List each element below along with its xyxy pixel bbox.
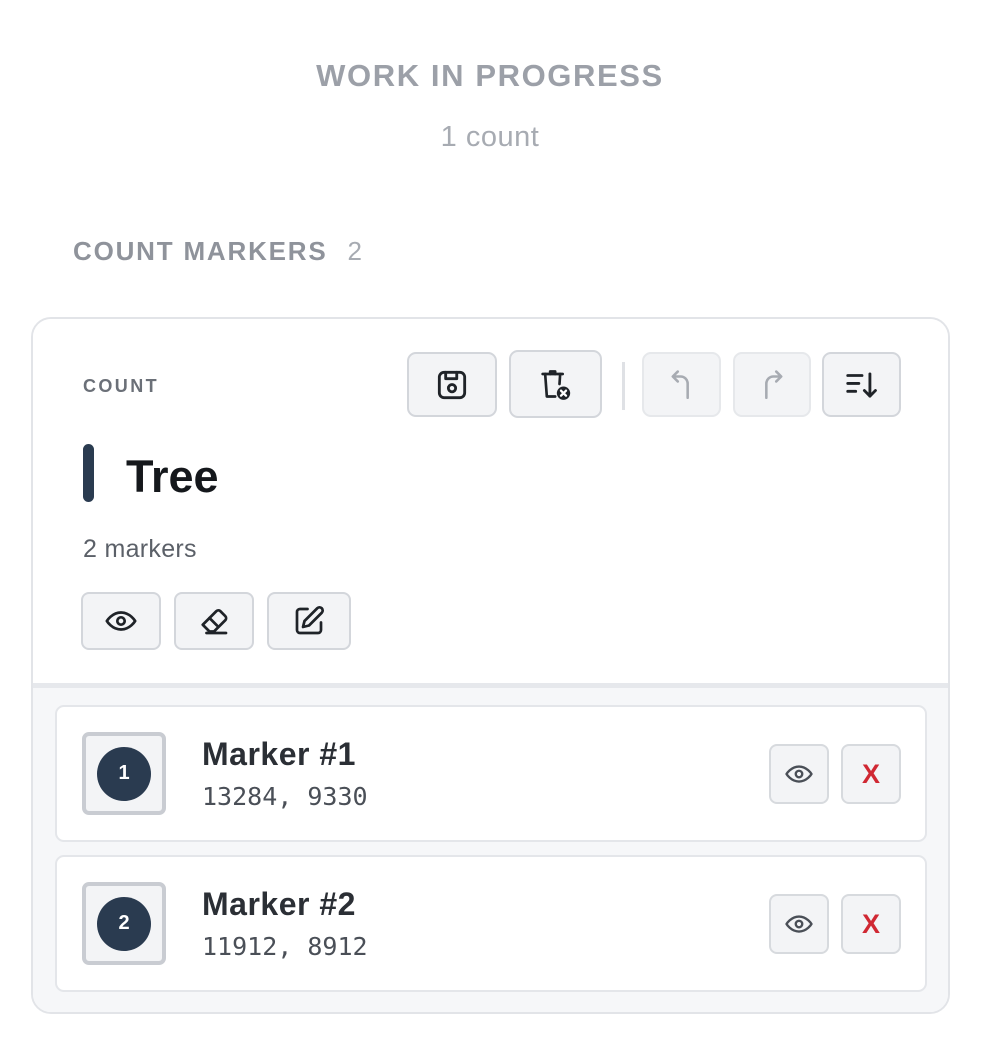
section-header: COUNT MARKERS 2: [73, 236, 362, 267]
toggle-visibility-button[interactable]: [81, 592, 161, 650]
eye-icon: [105, 611, 137, 631]
save-button[interactable]: [407, 352, 497, 417]
close-icon: X: [861, 758, 880, 789]
undo-button[interactable]: [642, 352, 721, 417]
undo-arrow-icon: [671, 369, 689, 399]
marker-row[interactable]: 1 Marker #1 13284, 9330 X: [55, 705, 927, 842]
marker-list: 1 Marker #1 13284, 9330 X 2 Marker #2 11…: [33, 688, 948, 1012]
count-card-header: COUNT Tree 2 markers: [33, 319, 948, 685]
marker-delete-button[interactable]: X: [841, 894, 901, 954]
marker-row[interactable]: 2 Marker #2 11912, 8912 X: [55, 855, 927, 992]
eye-icon: [785, 765, 813, 783]
marker-view-button[interactable]: [769, 744, 829, 804]
redo-button[interactable]: [733, 352, 811, 417]
marker-title: Marker #2: [202, 886, 356, 922]
toolbar-separator: [622, 362, 625, 410]
edit-button[interactable]: [267, 592, 351, 650]
count-label: COUNT: [83, 376, 159, 396]
marker-view-button[interactable]: [769, 894, 829, 954]
close-icon: X: [861, 908, 880, 939]
work-in-progress-title: WORK IN PROGRESS: [316, 58, 664, 93]
marker-count-text: 2 markers: [83, 535, 197, 563]
trash-x-icon: [540, 370, 570, 400]
marker-delete-button[interactable]: X: [841, 744, 901, 804]
marker-number-badge: 2: [97, 896, 151, 951]
section-title: COUNT MARKERS: [73, 236, 328, 266]
delete-count-button[interactable]: [509, 350, 602, 418]
marker-coordinates: 11912, 8912: [202, 932, 368, 961]
count-color-bar: [83, 444, 94, 502]
count-summary: 1 count: [440, 121, 540, 153]
sort-desc-icon: [845, 371, 877, 398]
eye-icon: [785, 915, 813, 933]
count-name: Tree: [126, 451, 219, 502]
marker-badge-frame: 2: [82, 882, 166, 965]
marker-badge-frame: 1: [82, 732, 166, 815]
erase-button[interactable]: [174, 592, 254, 650]
save-icon: [437, 370, 467, 399]
marker-number-badge: 1: [97, 746, 151, 801]
redo-arrow-icon: [765, 369, 783, 399]
marker-coordinates: 13284, 9330: [202, 782, 368, 811]
count-card: COUNT Tree 2 markers 1 Marker #1 13284, …: [31, 317, 950, 1014]
pencil-square-icon: [295, 605, 325, 635]
marker-title: Marker #1: [202, 736, 356, 772]
section-count: 2: [347, 236, 362, 266]
eraser-icon: [201, 609, 228, 635]
sort-button[interactable]: [822, 352, 901, 417]
